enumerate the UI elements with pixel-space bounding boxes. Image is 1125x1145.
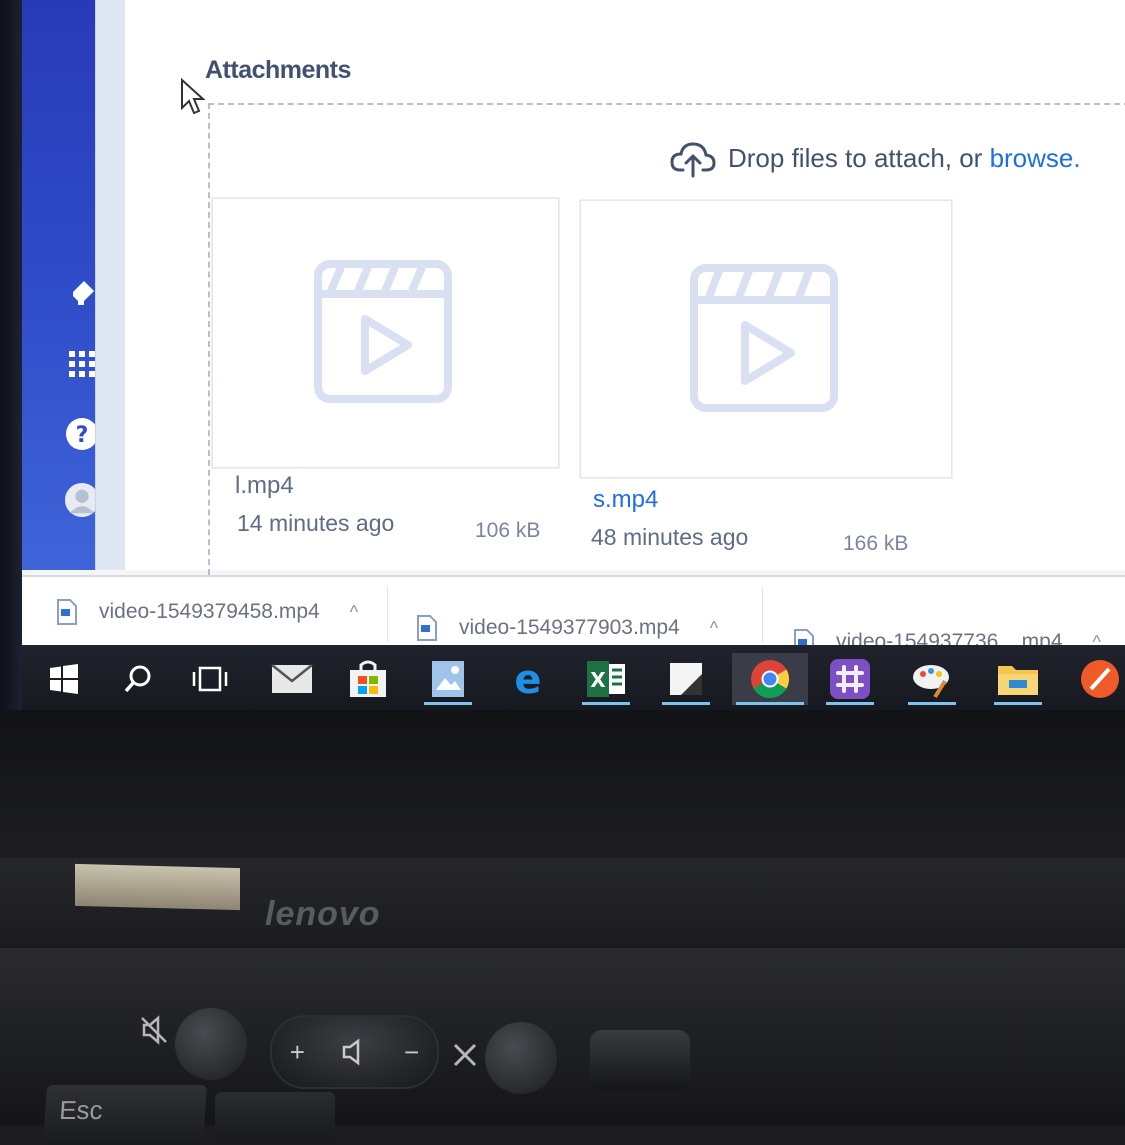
brand-logo: lenovo [265,895,381,933]
file-name[interactable]: l.mp4 [235,472,294,500]
file-name[interactable]: s.mp4 [593,486,658,514]
mouse-cursor-icon [181,78,206,115]
screen-bezel [0,710,1125,870]
svg-text:e: e [514,659,541,699]
file-explorer-icon[interactable] [990,653,1046,705]
speaker-icon [343,1038,360,1066]
download-name: video-1549379458.mp4 [99,600,320,623]
attachments-title: Attachments [205,56,351,84]
file-time: 14 minutes ago [237,510,395,536]
browse-link[interactable]: browse. [990,143,1081,173]
left-bezel [0,0,22,710]
mic-mute-button[interactable] [485,1022,557,1094]
drop-message: Drop files to attach, or browse. [670,138,1081,178]
chevron-up-icon[interactable]: ^ [350,602,358,623]
file-time: 48 minutes ago [591,524,749,550]
hinge-latch [75,863,240,911]
sticky-notes-icon[interactable] [658,653,714,705]
taskbar: e X [22,645,1125,710]
power-button[interactable] [590,1030,690,1090]
download-item[interactable]: video-1549377903.mp4 ^ [417,615,718,641]
download-item[interactable]: video-1549379458.mp4 ^ [57,599,358,625]
mic-mute-icon [453,1043,477,1067]
file-card[interactable] [580,200,952,478]
photo-app-icon[interactable] [420,653,476,705]
sidebar-divider [95,0,126,570]
svg-text:?: ? [76,423,89,448]
mute-button[interactable] [175,1008,247,1080]
mute-icon [141,1015,167,1045]
edge-icon[interactable]: e [500,653,556,705]
windows-start-icon[interactable] [36,653,92,705]
file-size: 106 kB [475,519,541,542]
file-card[interactable] [212,198,559,468]
paint-icon[interactable] [904,653,960,705]
store-icon[interactable] [340,653,396,705]
drop-text: Drop files to attach, or [728,142,990,173]
mail-icon[interactable] [264,653,320,705]
file-icon [57,599,77,625]
app-icon[interactable] [1072,653,1125,705]
svg-text:X: X [590,668,606,692]
esc-key[interactable]: Esc [42,1085,208,1145]
file-size: 166 kB [843,532,909,555]
cloud-upload-icon [670,142,716,178]
main-panel: Attachments Drop files to attach, or bro… [125,0,1125,575]
f1-key[interactable] [215,1092,335,1142]
volume-up-label[interactable]: + [290,1037,305,1068]
task-view-icon[interactable] [182,653,238,705]
video-file-icon [313,259,453,404]
slack-icon[interactable] [822,653,878,705]
screen: ? Attachments Drop files to attach, or b… [0,0,1125,710]
search-icon[interactable] [110,653,166,705]
chrome-icon[interactable] [732,653,808,705]
volume-down-label[interactable]: − [404,1037,419,1068]
chevron-up-icon[interactable]: ^ [710,618,718,639]
excel-icon[interactable]: X [578,653,634,705]
video-file-icon [689,263,839,413]
file-icon [417,615,437,641]
download-name: video-1549377903.mp4 [459,616,680,639]
volume-rocker[interactable]: + − [270,1015,439,1089]
